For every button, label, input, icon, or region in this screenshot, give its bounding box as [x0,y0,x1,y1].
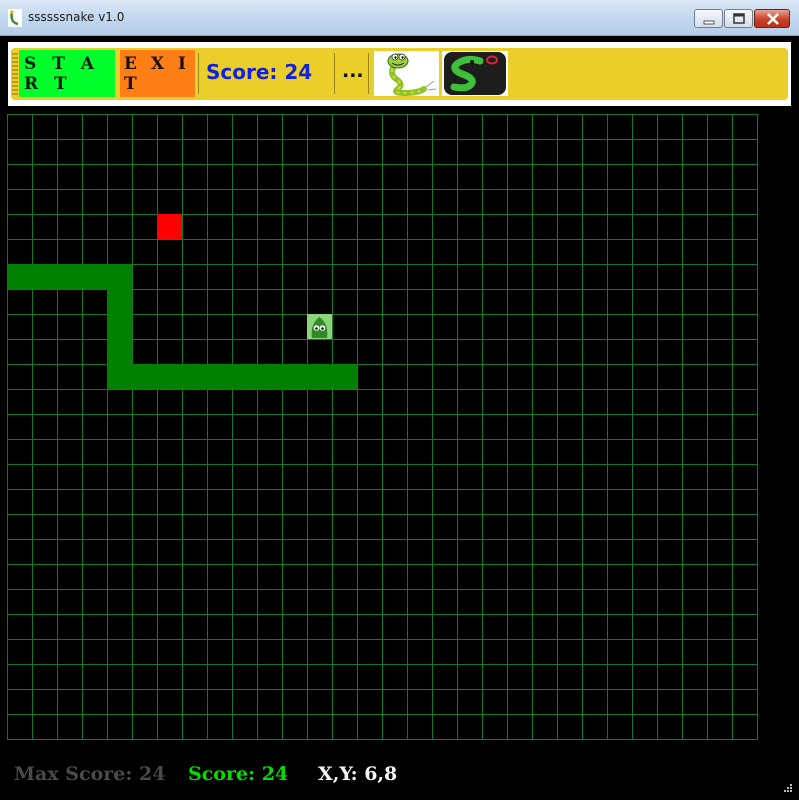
start-button[interactable]: S T A R T [19,50,115,97]
minimize-button[interactable] [694,9,723,28]
snake-segment [157,364,182,389]
snake-head-icon [311,317,328,338]
toolbar-score: Score: 24 [206,60,313,84]
snake-segment [107,289,132,314]
snake-cartoon-icon[interactable] [374,51,439,97]
snake-segment [182,364,207,389]
snake-app-icon [8,9,22,27]
close-button[interactable] [754,9,790,28]
maximize-icon [733,13,745,24]
snake-segment [132,364,157,389]
resize-grip-icon[interactable] [779,780,793,794]
snake-head [307,314,332,339]
snake-segment [107,364,132,389]
maximize-button[interactable] [724,9,753,28]
snake-segment [107,264,132,289]
snake-segment [332,364,357,389]
toolbar-separator [198,53,199,94]
coordinates-label: X,Y: 6,8 [318,763,398,785]
snake-segment [107,339,132,364]
snake-app-icon[interactable] [442,51,508,96]
toolbar-separator [334,53,335,94]
title-bar: ssssssnake v1.0 [0,0,799,36]
snake-segment [232,364,257,389]
snake-segment [32,264,57,289]
minimize-icon [703,20,715,25]
food-item [157,214,182,239]
max-score-label: Max Score: 24 [14,763,166,785]
snake-segment [107,314,132,339]
snake-segment [282,364,307,389]
window-title: ssssssnake v1.0 [28,10,125,24]
snake-segment [257,364,282,389]
snake-segment [82,264,107,289]
score-label: Score: 24 [188,763,289,785]
snake-segment [207,364,232,389]
more-button[interactable]: ... [342,60,364,82]
toolbar-grip[interactable] [12,51,18,97]
snake-segment [57,264,82,289]
snake-segment [307,364,332,389]
toolbar-separator [368,53,369,94]
close-icon [767,13,779,25]
snake-segment [7,264,32,289]
game-board[interactable] [7,114,758,740]
exit-button[interactable]: E X I T [120,50,195,97]
